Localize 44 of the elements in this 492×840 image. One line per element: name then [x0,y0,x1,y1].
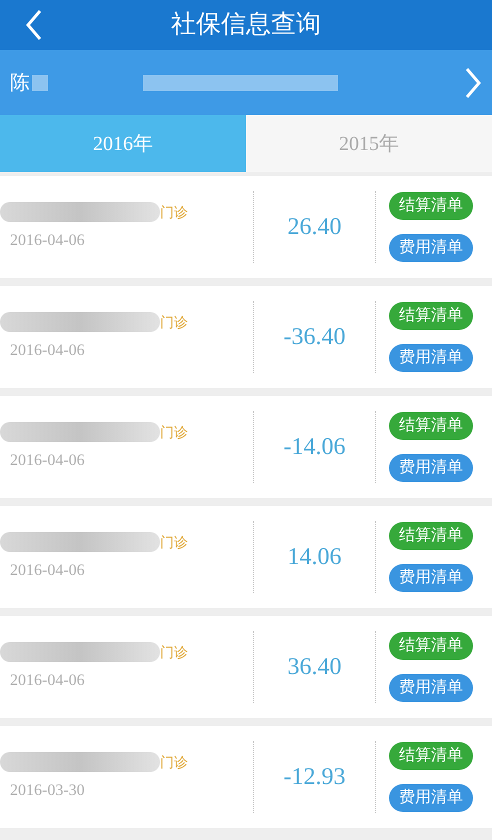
expense-button[interactable]: 费用清单 [389,454,473,482]
visit-type: 门诊 [160,312,188,332]
expense-button[interactable]: 费用清单 [389,234,473,262]
record-card[interactable]: 门诊 2016-04-06 26.40 结算清单 费用清单 [0,176,492,278]
settlement-button[interactable]: 结算清单 [389,302,473,330]
expense-button[interactable]: 费用清单 [389,674,473,702]
record-card[interactable]: 门诊 2016-04-06 36.40 结算清单 费用清单 [0,616,492,718]
back-icon[interactable] [24,8,44,42]
record-date: 2016-03-30 [9,780,86,800]
settlement-button[interactable]: 结算清单 [389,742,473,770]
record-date: 2016-04-06 [9,450,86,470]
profile-bar[interactable]: 陈 [0,50,492,115]
year-tab[interactable]: 2016年 [0,115,246,172]
amount: -14.06 [284,433,346,462]
expense-button[interactable]: 费用清单 [389,564,473,592]
record-date: 2016-04-06 [9,340,86,360]
record-date: 2016-04-06 [9,230,86,250]
record-card[interactable]: 门诊 2016-04-06 -36.40 结算清单 费用清单 [0,286,492,388]
year-tab[interactable]: 2015年 [246,115,492,172]
settlement-button[interactable]: 结算清单 [389,412,473,440]
amount: 36.40 [288,653,342,682]
user-name: 陈 [10,70,30,96]
amount: 14.06 [288,543,342,572]
settlement-button[interactable]: 结算清单 [389,522,473,550]
visit-type: 门诊 [160,422,188,442]
record-card[interactable]: 门诊 2016-04-06 14.06 结算清单 费用清单 [0,506,492,608]
chevron-right-icon[interactable] [464,66,482,100]
blurred-block [32,74,48,90]
visit-type: 门诊 [160,642,188,662]
record-card[interactable]: 门诊 2016-03-30 -12.93 结算清单 费用清单 [0,726,492,828]
record-date: 2016-04-06 [9,560,86,580]
visit-type: 门诊 [160,752,188,772]
amount: -36.40 [284,323,346,352]
expense-button[interactable]: 费用清单 [389,344,473,372]
visit-type: 门诊 [160,202,188,222]
amount: -12.93 [284,763,346,792]
settlement-button[interactable]: 结算清单 [389,632,473,660]
expense-button[interactable]: 费用清单 [389,784,473,812]
visit-type: 门诊 [160,532,188,552]
record-date: 2016-04-06 [9,670,86,690]
settlement-button[interactable]: 结算清单 [389,192,473,220]
page-title: 社保信息查询 [171,9,321,40]
amount: 26.40 [288,213,342,242]
record-card[interactable]: 门诊 2016-04-06 -14.06 结算清单 费用清单 [0,396,492,498]
